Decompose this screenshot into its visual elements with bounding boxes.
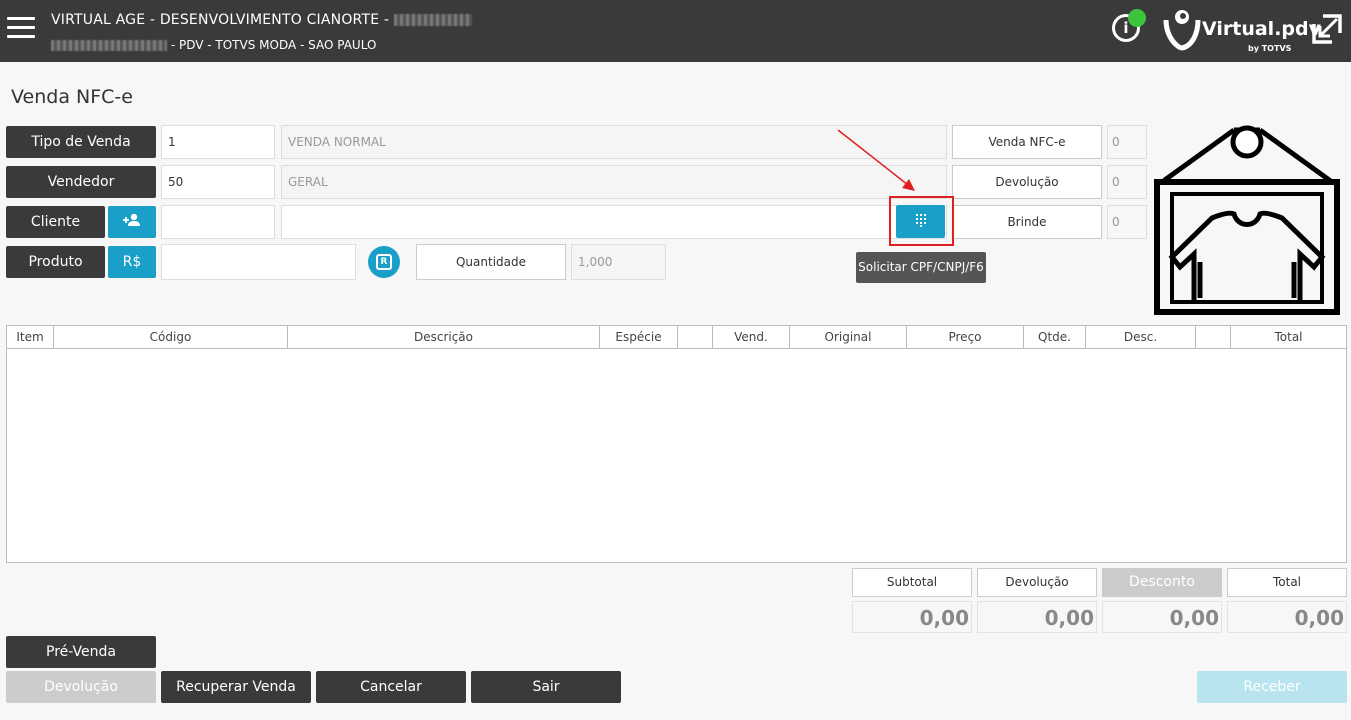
annotation-arrow [837, 129, 915, 191]
clothing-tag-icon [1154, 125, 1340, 315]
tipo-venda-button[interactable]: Tipo de Venda [6, 126, 156, 158]
brinde-count: 0 [1107, 205, 1147, 239]
col-preco[interactable]: Preço [907, 326, 1024, 348]
col-blank-1[interactable] [678, 326, 713, 348]
desconto-button[interactable]: Desconto [1102, 568, 1222, 597]
price-button[interactable]: R$ [108, 246, 156, 278]
subtotal-value: 0,00 [852, 601, 972, 633]
brand-sub: by TOTVS [1248, 44, 1292, 53]
info-button[interactable]: i [1112, 9, 1146, 44]
col-qtde[interactable]: Qtde. [1024, 326, 1086, 348]
col-descricao[interactable]: Descrição [288, 326, 600, 348]
brand-logo: Virtual.pdv by TOTVS [1162, 4, 1321, 58]
pre-venda-button[interactable]: Pré-Venda [6, 636, 156, 668]
vendedor-button[interactable]: Vendedor [6, 166, 156, 198]
virtual-logo-icon [1163, 10, 1201, 51]
hamburger-menu-icon[interactable] [7, 17, 35, 39]
devolucao-total-label: Devolução [977, 568, 1097, 597]
venda-nfce-label: Venda NFC-e [952, 125, 1102, 159]
reference-button[interactable]: R [368, 246, 400, 278]
app-title: VIRTUAL AGE - DESENVOLVIMENTO CIANORTE - [51, 12, 472, 28]
cliente-code-input[interactable] [161, 205, 275, 239]
sair-button[interactable]: Sair [471, 671, 621, 703]
brand-name: Virtual.pdv [1202, 18, 1322, 40]
col-item[interactable]: Item [7, 326, 54, 348]
vendedor-code-input[interactable] [161, 165, 275, 199]
status-indicator [1128, 9, 1146, 27]
cliente-desc-field[interactable] [281, 205, 947, 239]
app-subtitle: - PDV - TOTVS MODA - SAO PAULO [51, 38, 376, 52]
desconto-value: 0,00 [1102, 601, 1222, 633]
cliente-button[interactable]: Cliente [6, 206, 105, 238]
brinde-label: Brinde [952, 205, 1102, 239]
produto-button[interactable]: Produto [6, 246, 105, 278]
col-especie[interactable]: Espécie [600, 326, 678, 348]
col-blank-2[interactable] [1196, 326, 1231, 348]
col-original[interactable]: Original [790, 326, 907, 348]
add-client-button[interactable] [108, 206, 156, 238]
quantidade-label: Quantidade [416, 244, 566, 280]
venda-nfce-count: 0 [1107, 125, 1147, 159]
total-value: 0,00 [1227, 601, 1347, 633]
quantidade-input[interactable] [571, 244, 666, 280]
col-codigo[interactable]: Código [54, 326, 288, 348]
produto-code-input[interactable] [161, 244, 356, 280]
reference-icon: R [376, 254, 392, 270]
recuperar-venda-button[interactable]: Recuperar Venda [161, 671, 311, 703]
tipo-venda-code-input[interactable] [161, 125, 275, 159]
tooltip: Solicitar CPF/CNPJ/F6 [856, 252, 986, 283]
redacted-text [393, 14, 472, 26]
devolucao-count: 0 [1107, 165, 1147, 199]
col-desc[interactable]: Desc. [1086, 326, 1196, 348]
table-header: Item Código Descrição Espécie Vend. Orig… [7, 326, 1346, 349]
top-bar: VIRTUAL AGE - DESENVOLVIMENTO CIANORTE -… [0, 0, 1351, 62]
col-vend[interactable]: Vend. [713, 326, 790, 348]
redacted-text [51, 40, 167, 51]
expand-icon[interactable] [1311, 13, 1343, 45]
subtotal-label: Subtotal [852, 568, 972, 597]
receber-button[interactable]: Receber [1197, 671, 1347, 703]
cancelar-button[interactable]: Cancelar [316, 671, 466, 703]
items-table: Item Código Descrição Espécie Vend. Orig… [6, 325, 1347, 563]
devolucao-total-value: 0,00 [977, 601, 1097, 633]
col-total[interactable]: Total [1231, 326, 1346, 348]
add-person-icon [123, 213, 140, 226]
devolucao-count-label: Devolução [952, 165, 1102, 199]
total-label: Total [1227, 568, 1347, 597]
page-title: Venda NFC-e [11, 86, 133, 108]
annotation-highlight-box [889, 196, 954, 246]
devolucao-button[interactable]: Devolução [6, 671, 156, 703]
